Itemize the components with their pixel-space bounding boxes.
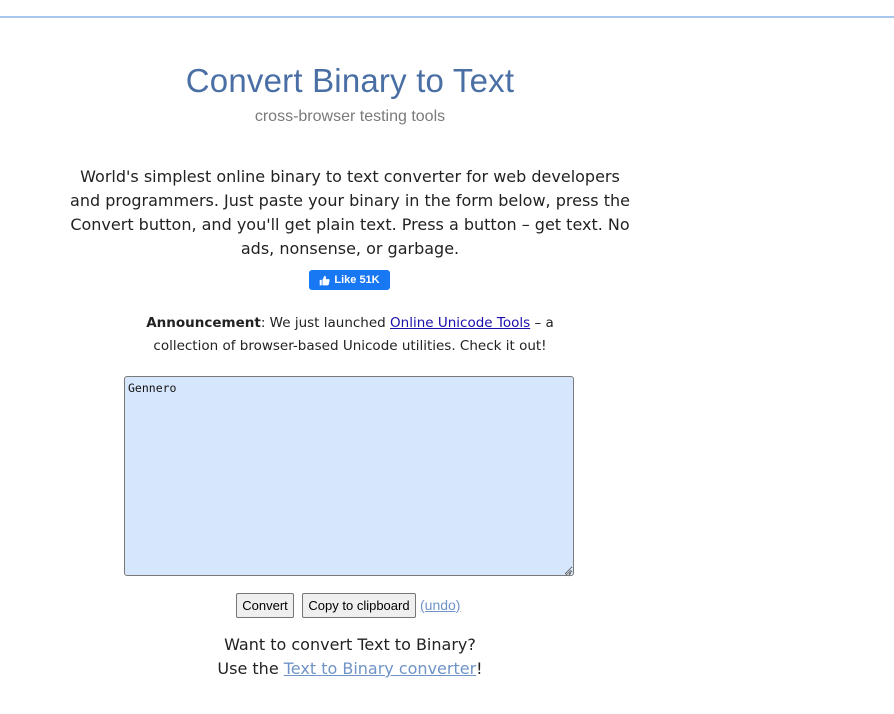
- online-unicode-tools-link[interactable]: Online Unicode Tools: [390, 315, 530, 331]
- footer-use-the: Use the: [217, 659, 284, 678]
- convert-button[interactable]: Convert: [236, 593, 294, 618]
- top-divider: [0, 16, 894, 18]
- footer-question: Want to convert Text to Binary?: [224, 635, 476, 654]
- announcement-label: Announcement: [146, 315, 261, 331]
- intro-text: World's simplest online binary to text c…: [70, 167, 630, 258]
- resize-grip-icon[interactable]: [562, 564, 572, 577]
- binary-input-textarea[interactable]: [124, 376, 574, 576]
- undo-link[interactable]: (undo): [420, 597, 460, 613]
- text-to-binary-link[interactable]: Text to Binary converter: [284, 659, 476, 678]
- copy-to-clipboard-button[interactable]: Copy to clipboard: [302, 593, 416, 618]
- page-title: Convert Binary to Text: [185, 62, 515, 99]
- thumbs-up-icon: [319, 275, 330, 286]
- footer-exclamation: !: [476, 659, 483, 678]
- footer-line2: Use the Text to Binary converter!: [0, 657, 700, 681]
- announcement-text-before: : We just launched: [260, 315, 391, 331]
- like-button-label: Like 51K: [334, 274, 380, 286]
- footer-text: Want to convert Text to Binary? Use the …: [0, 633, 700, 681]
- page-subtitle: cross-browser testing tools: [254, 108, 446, 125]
- announcement: Announcement: We just launched Online Un…: [140, 312, 560, 358]
- facebook-like-button[interactable]: Like 51K: [309, 270, 390, 290]
